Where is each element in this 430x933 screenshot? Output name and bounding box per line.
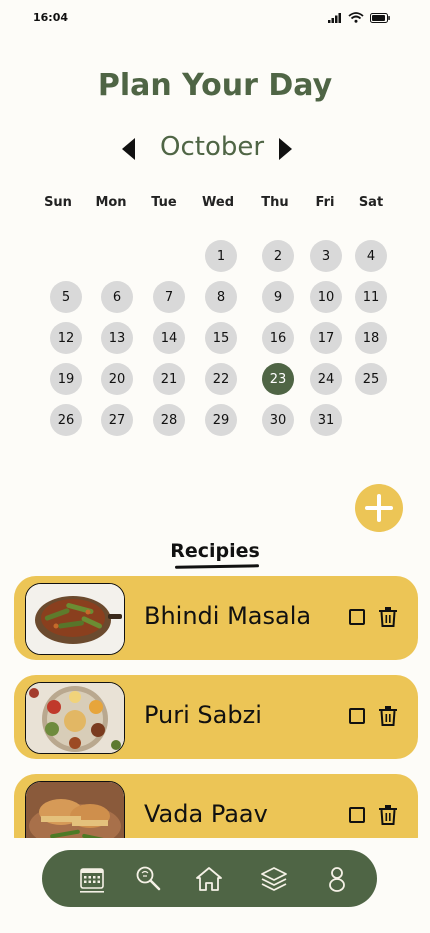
add-recipe-button[interactable] <box>355 484 403 532</box>
calendar-day[interactable]: 10 <box>310 281 342 313</box>
calendar-day[interactable]: 26 <box>50 404 82 436</box>
calendar-day[interactable]: 6 <box>101 281 133 313</box>
section-underline <box>174 564 260 569</box>
calendar-day[interactable]: 14 <box>153 322 185 354</box>
weekday-label-sat: Sat <box>358 195 384 210</box>
calendar-day[interactable]: 5 <box>50 281 82 313</box>
calendar-day[interactable]: 9 <box>262 281 294 313</box>
calendar-day[interactable]: 27 <box>101 404 133 436</box>
calendar-day[interactable]: 11 <box>355 281 387 313</box>
calendar-day[interactable]: 19 <box>50 363 82 395</box>
recipes-section-title: Recipies <box>170 540 260 562</box>
calendar-day[interactable]: 1 <box>205 240 237 272</box>
status-time: 16:04 <box>33 11 69 24</box>
weekday-label-fri: Fri <box>315 195 335 210</box>
layers-icon[interactable] <box>259 864 289 894</box>
previous-month-arrow-icon[interactable] <box>122 138 136 160</box>
calendar-day[interactable]: 15 <box>205 322 237 354</box>
weekday-label-mon: Mon <box>95 195 127 210</box>
weekday-label-wed: Wed <box>202 195 234 210</box>
calendar-day[interactable]: 28 <box>153 404 185 436</box>
wifi-icon <box>348 12 364 23</box>
calendar-day-selected[interactable]: 23 <box>262 363 294 395</box>
recipe-list: Bhindi Masala Puri Sabzi Vada Paav <box>0 574 430 838</box>
recipe-image-puri-sabzi <box>25 682 125 754</box>
recipe-checkbox[interactable] <box>349 609 365 625</box>
signal-icon <box>328 12 341 23</box>
recipe-name: Puri Sabzi <box>144 701 262 729</box>
calendar-day[interactable]: 12 <box>50 322 82 354</box>
calendar-day[interactable]: 31 <box>310 404 342 436</box>
calendar-icon[interactable] <box>78 864 108 894</box>
recipe-name: Bhindi Masala <box>144 602 312 630</box>
calendar-day[interactable]: 2 <box>262 240 294 272</box>
calendar-day[interactable]: 13 <box>101 322 133 354</box>
plus-icon <box>365 494 393 522</box>
home-icon[interactable] <box>194 864 224 894</box>
profile-icon[interactable] <box>322 864 352 894</box>
recipe-image-bhindi-masala <box>25 583 125 655</box>
weekday-label-sun: Sun <box>44 195 72 210</box>
calendar-day[interactable]: 21 <box>153 363 185 395</box>
recipe-card[interactable]: Bhindi Masala <box>14 576 418 660</box>
recipe-checkbox[interactable] <box>349 708 365 724</box>
calendar-day[interactable]: 20 <box>101 363 133 395</box>
calendar-day[interactable]: 8 <box>205 281 237 313</box>
month-navigator: October <box>0 130 430 170</box>
delete-recipe-icon[interactable] <box>379 706 397 726</box>
calendar-day[interactable]: 29 <box>205 404 237 436</box>
calendar-day[interactable]: 16 <box>262 322 294 354</box>
delete-recipe-icon[interactable] <box>379 607 397 627</box>
next-month-arrow-icon[interactable] <box>278 138 292 160</box>
weekday-label-tue: Tue <box>151 195 177 210</box>
calendar-day[interactable]: 24 <box>310 363 342 395</box>
recipe-checkbox[interactable] <box>349 807 365 823</box>
calendar-day[interactable]: 17 <box>310 322 342 354</box>
status-bar: 16:04 <box>0 0 430 36</box>
weekday-label-thu: Thu <box>261 195 289 210</box>
recipe-image-vada-paav <box>25 781 125 838</box>
calendar-day[interactable]: 3 <box>310 240 342 272</box>
calendar-day[interactable]: 22 <box>205 363 237 395</box>
bottom-navigation-bar <box>42 850 377 907</box>
page-title: Plan Your Day <box>97 68 333 103</box>
calendar-day[interactable]: 7 <box>153 281 185 313</box>
recipe-card[interactable]: Puri Sabzi <box>14 675 418 759</box>
status-icons <box>328 12 390 23</box>
recipe-name: Vada Paav <box>144 800 268 828</box>
calendar-day[interactable]: 25 <box>355 363 387 395</box>
recipe-search-icon[interactable] <box>134 864 164 894</box>
delete-recipe-icon[interactable] <box>379 805 397 825</box>
calendar-day[interactable]: 18 <box>355 322 387 354</box>
calendar-day[interactable]: 30 <box>262 404 294 436</box>
calendar-day[interactable]: 4 <box>355 240 387 272</box>
battery-icon <box>370 12 390 23</box>
recipe-card[interactable]: Vada Paav <box>14 774 418 838</box>
